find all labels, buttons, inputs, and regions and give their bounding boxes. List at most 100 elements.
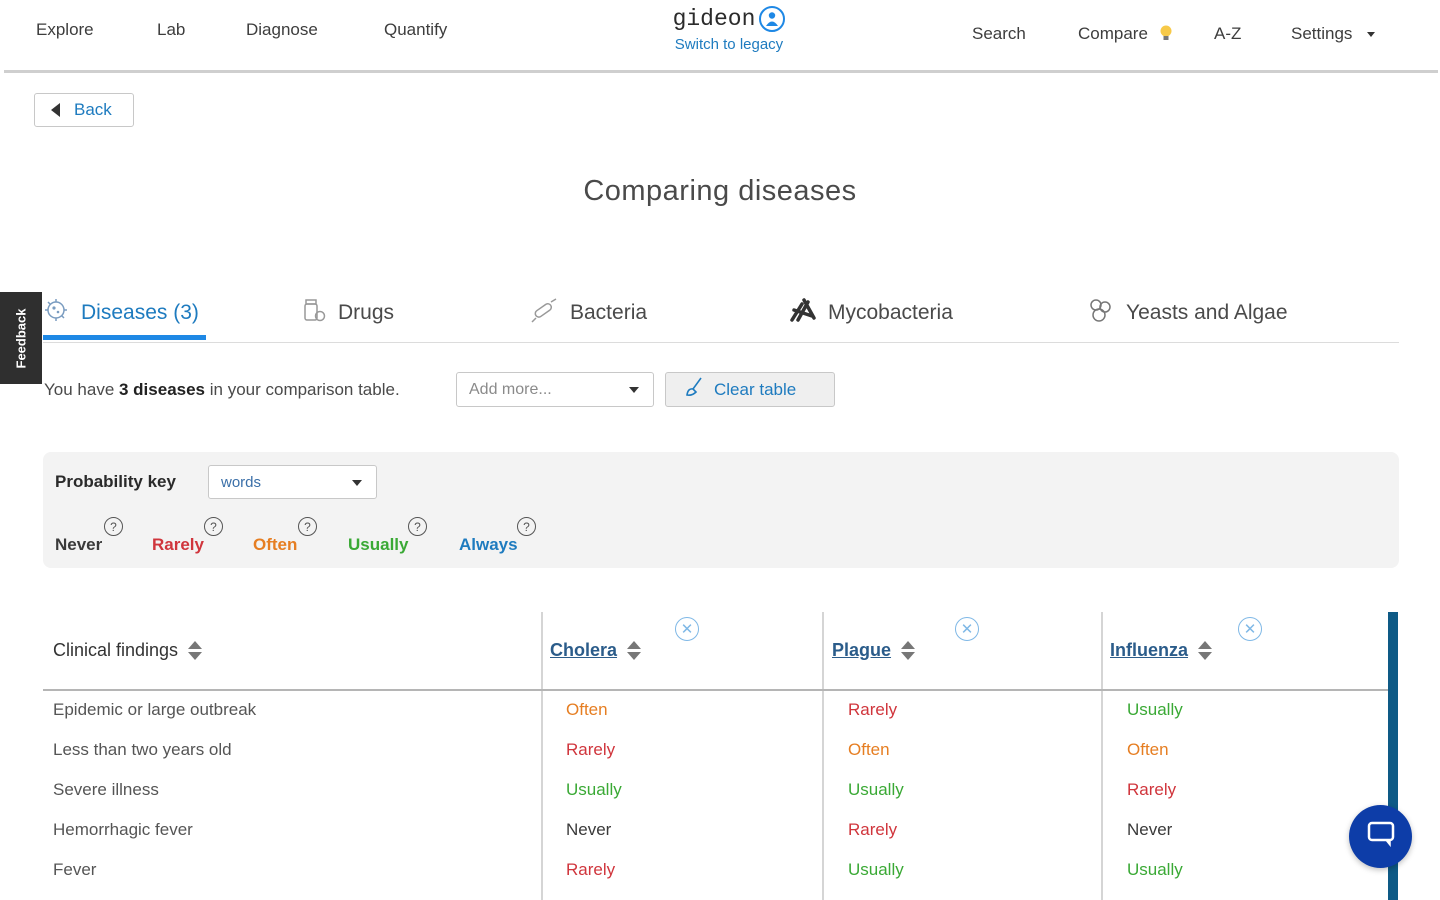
- header-clinical-findings-label: Clinical findings: [53, 640, 179, 660]
- tab-bacteria-label: Bacteria: [570, 301, 648, 324]
- top-navigation: Explore Lab Diagnose Quantify gideon Swi…: [4, 0, 1438, 73]
- probability-cell: Rarely: [1127, 780, 1177, 799]
- probability-cell: Rarely: [566, 740, 616, 759]
- mycobacteria-icon: [788, 296, 818, 330]
- tab-mycobacteria[interactable]: Mycobacteria: [788, 285, 953, 341]
- nav-search[interactable]: Search: [972, 24, 1026, 44]
- remove-plague-icon[interactable]: ✕: [955, 617, 979, 641]
- key-rarely-label: Rarely: [152, 535, 204, 554]
- probability-cell: Often: [566, 700, 608, 719]
- header-disease-influenza[interactable]: Influenza: [1110, 640, 1213, 661]
- probability-key-panel: Probability key words Never ? Rarely ? O…: [43, 452, 1399, 568]
- broom-icon: [684, 376, 706, 403]
- remove-cholera-icon[interactable]: ✕: [675, 617, 699, 641]
- summary-prefix: You have: [44, 380, 119, 399]
- chevron-down-icon: [352, 480, 362, 486]
- key-usually[interactable]: Usually ?: [348, 517, 427, 555]
- remove-influenza-icon[interactable]: ✕: [1238, 617, 1262, 641]
- comparison-table: Clinical findings Cholera ✕ Plague ✕ Inf…: [43, 612, 1389, 900]
- active-tab-indicator: [43, 335, 206, 340]
- help-icon[interactable]: ?: [408, 517, 427, 536]
- tab-diseases-label: Diseases (3): [81, 301, 199, 324]
- help-icon[interactable]: ?: [298, 517, 317, 536]
- bacteria-icon: [530, 296, 560, 330]
- probability-cell: Usually: [848, 860, 904, 879]
- tab-drugs-label: Drugs: [338, 301, 395, 324]
- person-icon: [759, 6, 786, 32]
- key-often-label: Often: [253, 535, 298, 554]
- key-always[interactable]: Always ?: [459, 517, 536, 555]
- tab-yeasts-label: Yeasts and Algae: [1126, 301, 1288, 324]
- nav-explore[interactable]: Explore: [36, 20, 94, 40]
- header-clinical-findings[interactable]: Clinical findings: [53, 640, 203, 661]
- sort-icon[interactable]: [188, 641, 203, 660]
- feedback-label: Feedback: [13, 308, 29, 368]
- probability-cell: Often: [848, 740, 890, 759]
- brand-name: gideon: [672, 6, 756, 32]
- key-rarely[interactable]: Rarely ?: [152, 517, 223, 555]
- chat-button[interactable]: [1349, 805, 1412, 868]
- pill-bottle-icon: [300, 296, 328, 330]
- sort-icon[interactable]: [901, 641, 916, 660]
- help-icon[interactable]: ?: [517, 517, 536, 536]
- nav-a-z[interactable]: A-Z: [1214, 24, 1241, 44]
- tab-diseases[interactable]: Diseases (3): [43, 285, 199, 341]
- tab-yeasts-and-algae[interactable]: Yeasts and Algae: [1086, 285, 1288, 341]
- tab-mycobacteria-label: Mycobacteria: [828, 301, 953, 324]
- add-more-select[interactable]: Add more...: [456, 372, 654, 407]
- probability-cell: Rarely: [848, 820, 898, 839]
- summary-count: 3 diseases: [119, 380, 206, 399]
- nav-compare[interactable]: Compare: [1078, 22, 1173, 49]
- table-header: Clinical findings Cholera ✕ Plague ✕ Inf…: [43, 612, 1389, 691]
- finding-label: Severe illness: [53, 780, 159, 799]
- page-title: Comparing diseases: [583, 175, 857, 207]
- disease-link-cholera[interactable]: Cholera: [550, 640, 617, 661]
- probability-cell: Rarely: [566, 860, 616, 879]
- finding-label: Fever: [53, 860, 97, 879]
- probability-cell: Usually: [848, 780, 904, 799]
- clear-table-button[interactable]: Clear table: [665, 372, 835, 407]
- nav-diagnose[interactable]: Diagnose: [246, 20, 318, 40]
- probability-cell: Usually: [1127, 860, 1183, 879]
- key-never-label: Never: [55, 535, 103, 554]
- key-often[interactable]: Often ?: [253, 517, 317, 555]
- probability-cell: Never: [1127, 820, 1173, 839]
- switch-to-legacy-link[interactable]: Switch to legacy: [659, 36, 799, 53]
- tab-bacteria[interactable]: Bacteria: [530, 285, 647, 341]
- tab-drugs[interactable]: Drugs: [300, 285, 394, 341]
- chat-icon: [1366, 820, 1396, 853]
- add-more-placeholder: Add more...: [469, 380, 552, 398]
- back-label: Back: [74, 100, 112, 119]
- brand: gideon Switch to legacy: [659, 6, 799, 53]
- probability-cell: Rarely: [848, 700, 898, 719]
- sort-icon[interactable]: [1198, 641, 1213, 660]
- chevron-down-icon: [1367, 32, 1376, 38]
- disease-link-plague[interactable]: Plague: [832, 640, 891, 661]
- nav-settings[interactable]: Settings: [1291, 24, 1376, 44]
- back-arrow-icon: [51, 103, 60, 117]
- nav-quantify[interactable]: Quantify: [384, 20, 447, 40]
- probability-key-label: Probability key: [55, 472, 176, 491]
- brand-logo-link[interactable]: gideon: [673, 6, 786, 32]
- category-tabs: Diseases (3) Drugs Bacteria Mycobacteria…: [43, 285, 1399, 343]
- chevron-down-icon: [629, 387, 639, 393]
- sort-icon[interactable]: [627, 641, 642, 660]
- header-disease-plague[interactable]: Plague: [832, 640, 916, 661]
- probability-cell: Usually: [566, 780, 622, 799]
- finding-label: Hemorrhagic fever: [53, 820, 193, 839]
- header-disease-cholera[interactable]: Cholera: [550, 640, 642, 661]
- key-never[interactable]: Never ?: [55, 517, 123, 555]
- probability-cell: Usually: [1127, 700, 1183, 719]
- help-icon[interactable]: ?: [204, 517, 223, 536]
- disease-link-influenza[interactable]: Influenza: [1110, 640, 1188, 661]
- nav-settings-label: Settings: [1291, 24, 1353, 43]
- finding-label: Epidemic or large outbreak: [53, 700, 257, 719]
- probability-cell: Never: [566, 820, 612, 839]
- clear-table-label: Clear table: [714, 379, 797, 399]
- probability-key-select[interactable]: words: [208, 465, 377, 499]
- nav-lab[interactable]: Lab: [157, 20, 185, 40]
- finding-label: Less than two years old: [53, 740, 232, 759]
- feedback-tab[interactable]: Feedback: [0, 292, 42, 384]
- help-icon[interactable]: ?: [104, 517, 123, 536]
- back-button[interactable]: Back: [34, 93, 134, 127]
